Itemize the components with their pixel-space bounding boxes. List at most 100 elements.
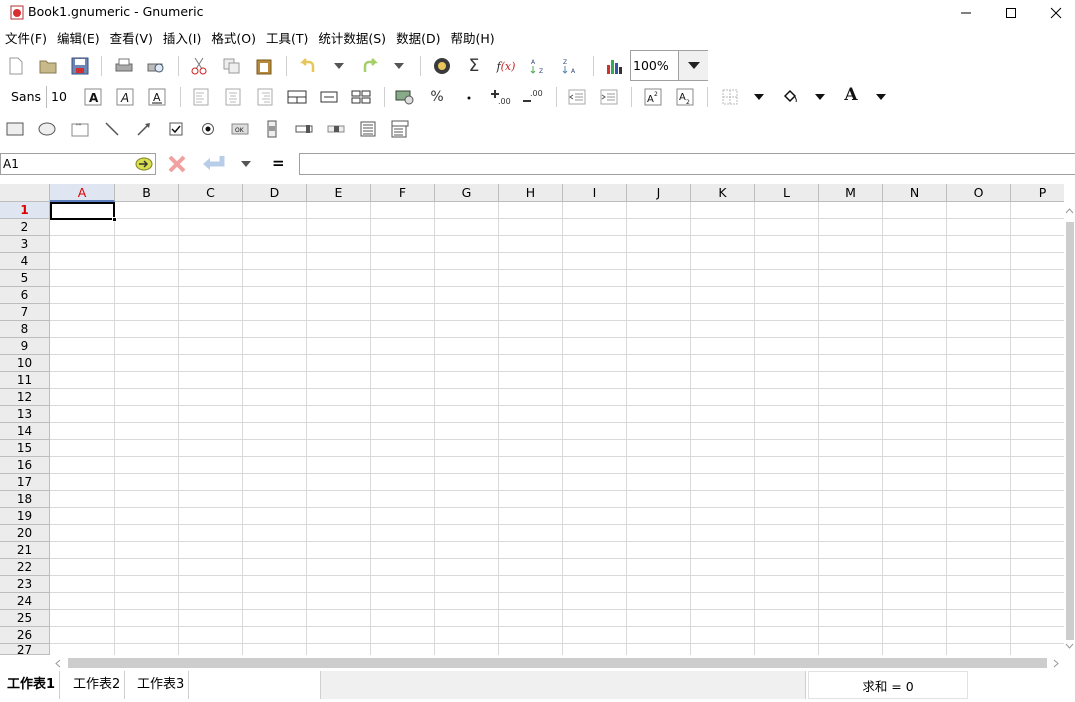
- equals-sign[interactable]: =: [272, 154, 285, 172]
- row-header[interactable]: 16: [0, 457, 50, 474]
- column-header[interactable]: H: [499, 184, 563, 202]
- column-header[interactable]: F: [371, 184, 435, 202]
- row-header[interactable]: 14: [0, 423, 50, 440]
- menu-edit[interactable]: 编辑(E): [57, 28, 105, 50]
- sheet-tab-1[interactable]: 工作表1: [3, 671, 61, 699]
- redo-button[interactable]: [359, 55, 381, 77]
- fill-color-button[interactable]: [779, 86, 801, 108]
- sheet-tab-2[interactable]: 工作表2: [69, 671, 126, 699]
- spinbutton-tool[interactable]: [325, 118, 347, 140]
- slider-tool[interactable]: [293, 118, 315, 140]
- column-header[interactable]: O: [947, 184, 1011, 202]
- column-header[interactable]: D: [243, 184, 307, 202]
- arrow-tool[interactable]: [133, 118, 155, 140]
- row-header[interactable]: 26: [0, 627, 50, 644]
- zoom-dropdown-button[interactable]: [678, 51, 708, 80]
- line-tool[interactable]: [101, 118, 123, 140]
- decrease-indent-button[interactable]: [566, 86, 588, 108]
- row-header[interactable]: 6: [0, 287, 50, 304]
- new-button[interactable]: [5, 55, 27, 77]
- row-header[interactable]: 8: [0, 321, 50, 338]
- center-across-button[interactable]: [318, 86, 340, 108]
- row-header[interactable]: 27: [0, 644, 50, 655]
- sum-button[interactable]: Σ: [463, 55, 485, 77]
- decrease-decimals-button[interactable]: .00: [522, 86, 544, 108]
- column-header[interactable]: P: [1011, 184, 1064, 202]
- copy-button[interactable]: [221, 55, 243, 77]
- menu-data[interactable]: 数据(D): [396, 28, 445, 50]
- chevron-left-icon[interactable]: [55, 659, 61, 668]
- menu-file[interactable]: 文件(F): [5, 28, 52, 50]
- increase-indent-button[interactable]: [598, 86, 620, 108]
- column-header[interactable]: I: [563, 184, 627, 202]
- close-button[interactable]: [1033, 0, 1075, 26]
- print-button[interactable]: [113, 55, 135, 77]
- font-size-field[interactable]: 10: [47, 86, 75, 108]
- italic-button[interactable]: A: [114, 86, 136, 108]
- menu-statistics[interactable]: 统计数据(S): [318, 28, 391, 50]
- column-header[interactable]: M: [819, 184, 883, 202]
- column-header[interactable]: C: [179, 184, 243, 202]
- undo-dropdown[interactable]: [328, 55, 350, 77]
- row-header[interactable]: 21: [0, 542, 50, 559]
- percent-button[interactable]: %: [426, 86, 448, 108]
- font-color-dropdown[interactable]: [870, 86, 892, 108]
- row-header[interactable]: 1: [0, 202, 50, 219]
- radio-button-tool[interactable]: [197, 118, 219, 140]
- frame-tool[interactable]: "": [69, 118, 91, 140]
- formula-input[interactable]: [299, 153, 1075, 175]
- font-name-field[interactable]: Sans: [0, 86, 47, 108]
- row-header[interactable]: 15: [0, 440, 50, 457]
- checkbox-tool[interactable]: [165, 118, 187, 140]
- chevron-right-icon[interactable]: [1053, 659, 1059, 668]
- currency-button[interactable]: [394, 86, 416, 108]
- chevron-down-icon[interactable]: [1065, 643, 1074, 649]
- function-button[interactable]: f(x): [495, 55, 517, 77]
- column-header[interactable]: A: [50, 184, 115, 202]
- open-button[interactable]: [37, 55, 59, 77]
- spreadsheet-grid[interactable]: A B C D E F G H I J K L M N O P 1 2 3 4 …: [0, 184, 1064, 655]
- bold-button[interactable]: A: [82, 86, 104, 108]
- sheet-tab-3[interactable]: 工作表3: [133, 671, 190, 699]
- sort-descending-button[interactable]: ZA: [559, 55, 581, 77]
- row-header[interactable]: 22: [0, 559, 50, 576]
- cell-reference-box[interactable]: A1: [0, 153, 156, 175]
- menu-tools[interactable]: 工具(T): [266, 28, 313, 50]
- row-header[interactable]: 17: [0, 474, 50, 491]
- active-cell-cursor[interactable]: [50, 202, 115, 220]
- row-header[interactable]: 7: [0, 304, 50, 321]
- row-header[interactable]: 13: [0, 406, 50, 423]
- column-header[interactable]: E: [307, 184, 371, 202]
- column-header[interactable]: G: [435, 184, 499, 202]
- zoom-combobox[interactable]: 100%: [630, 50, 708, 81]
- row-header[interactable]: 12: [0, 389, 50, 406]
- column-header[interactable]: J: [627, 184, 691, 202]
- combo-tool[interactable]: [389, 118, 411, 140]
- superscript-button[interactable]: A2: [642, 86, 664, 108]
- sort-ascending-button[interactable]: AZ: [527, 55, 549, 77]
- thousands-separator-button[interactable]: [458, 86, 480, 108]
- menu-format[interactable]: 格式(O): [211, 28, 261, 50]
- row-header[interactable]: 25: [0, 610, 50, 627]
- align-center-button[interactable]: [222, 86, 244, 108]
- scrollbar-tool[interactable]: [261, 118, 283, 140]
- vertical-scroll-thumb[interactable]: [1066, 222, 1074, 640]
- font-color-button[interactable]: A: [840, 84, 862, 106]
- menu-view[interactable]: 查看(V): [110, 28, 158, 50]
- subscript-button[interactable]: A2: [674, 86, 696, 108]
- ellipse-tool[interactable]: [36, 118, 58, 140]
- go-arrow-icon[interactable]: [135, 157, 153, 171]
- column-header[interactable]: K: [691, 184, 755, 202]
- row-header[interactable]: 19: [0, 508, 50, 525]
- row-header[interactable]: 10: [0, 355, 50, 372]
- row-header[interactable]: 23: [0, 576, 50, 593]
- menu-insert[interactable]: 插入(I): [163, 28, 206, 50]
- edit-dropdown[interactable]: [236, 152, 256, 176]
- chart-button[interactable]: [603, 55, 625, 77]
- undo-button[interactable]: [297, 55, 319, 77]
- row-header[interactable]: 3: [0, 236, 50, 253]
- borders-dropdown[interactable]: [748, 86, 770, 108]
- accept-edit-button[interactable]: [199, 152, 227, 176]
- horizontal-scroll-thumb[interactable]: [68, 658, 1047, 668]
- row-header[interactable]: 24: [0, 593, 50, 610]
